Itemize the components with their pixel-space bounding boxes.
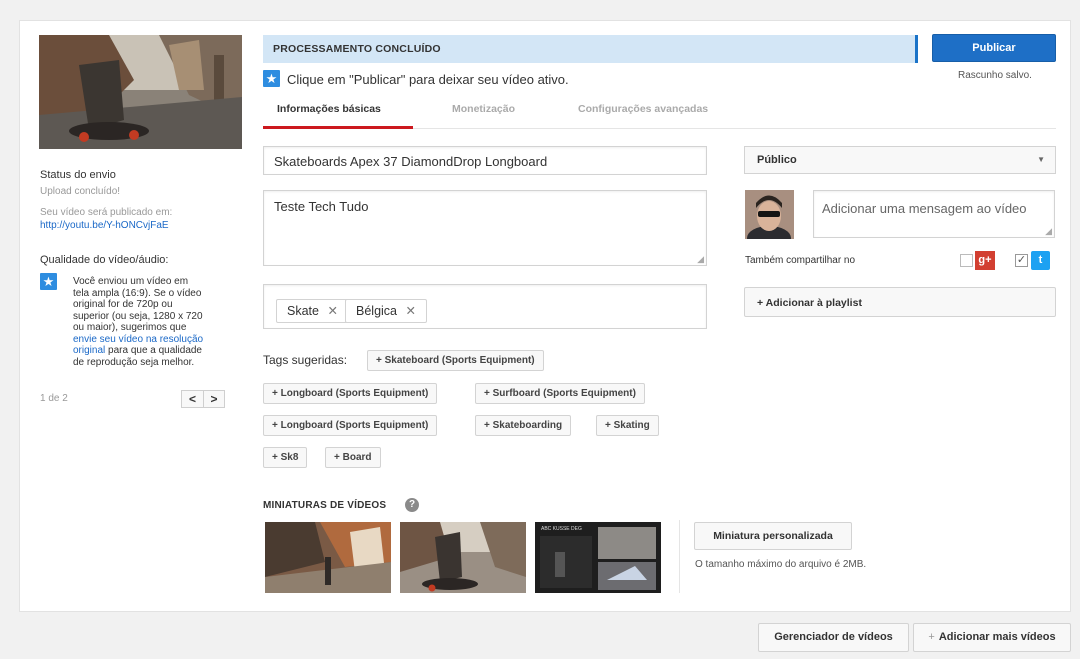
suggested-tag-button[interactable]: + Board [325, 447, 381, 468]
help-icon[interactable]: ? [405, 498, 419, 512]
publish-notice: Clique em "Publicar" para deixar seu víd… [287, 72, 569, 87]
video-preview-thumbnail[interactable] [39, 35, 242, 149]
quality-message: Você enviou um vídeo em tela ampla (16:9… [73, 276, 238, 368]
share-label: Também compartilhar no [745, 255, 856, 266]
thumbnails-title: MINIATURAS DE VÍDEOS [263, 500, 387, 511]
chevron-down-icon: ▼ [1037, 155, 1045, 164]
publish-note: Seu vídeo será publicado em: [40, 207, 173, 218]
draft-saved-status: Rascunho salvo. [958, 70, 1032, 81]
tag-chip: Skate ✕ [276, 299, 349, 323]
resize-handle-icon[interactable]: ◢ [697, 254, 704, 265]
remove-tag-icon[interactable]: ✕ [405, 304, 415, 318]
active-tab-indicator [263, 126, 413, 129]
title-value: Skateboards Apex 37 DiamondDrop Longboar… [274, 154, 548, 169]
tab-advanced-settings[interactable]: Configurações avançadas [578, 103, 708, 115]
suggested-tag-button[interactable]: + Skateboard (Sports Equipment) [367, 350, 544, 371]
tab-basic-info[interactable]: Informações básicas [277, 103, 381, 115]
quality-line: Você enviou um vídeo em [73, 276, 189, 287]
tag-chip-label: Bélgica [356, 304, 397, 318]
processing-status-bar: PROCESSAMENTO CONCLUÍDO [263, 35, 918, 63]
pager-buttons: < > [181, 390, 225, 408]
thumbnail-caption: ABC KUSSE DEG [541, 526, 582, 532]
resolution-link-cont[interactable]: original [73, 345, 105, 356]
upload-status-title: Status do envio [40, 169, 116, 181]
tags-input[interactable]: Skate ✕ Bélgica ✕ [263, 284, 707, 329]
star-icon: ★ [40, 273, 57, 290]
share-message-input[interactable]: Adicionar uma mensagem ao vídeo ◢ [813, 190, 1055, 238]
quality-line: tela ampla (16:9). Se o vídeo [73, 287, 202, 299]
upload-status-value: Upload concluído! [40, 186, 121, 197]
suggested-tag-button[interactable]: + Sk8 [263, 447, 308, 468]
add-to-playlist-button[interactable]: + Adicionar à playlist [744, 287, 1056, 317]
next-button[interactable]: > [203, 391, 224, 407]
plus-icon: + [928, 631, 935, 643]
title-input[interactable]: Skateboards Apex 37 DiamondDrop Longboar… [263, 146, 707, 175]
privacy-select[interactable]: Público ▼ [744, 146, 1056, 174]
suggested-tag-button[interactable]: + Skating [596, 415, 659, 436]
publish-button[interactable]: Publicar [932, 34, 1056, 62]
avatar [745, 190, 794, 239]
resolution-link[interactable]: envie seu vídeo na resolução [73, 334, 238, 346]
thumbnail-option-3[interactable]: ABC KUSSE DEG [535, 522, 661, 593]
star-icon: ★ [263, 70, 280, 87]
suggested-tag-button[interactable]: + Longboard (Sports Equipment) [263, 415, 438, 436]
remove-tag-icon[interactable]: ✕ [327, 304, 337, 318]
divider [679, 520, 680, 593]
tag-chip-label: Skate [287, 304, 319, 318]
description-textarea[interactable]: Teste Tech Tudo ◢ [263, 190, 707, 266]
video-url-link[interactable]: http://youtu.be/Y-hONCvjFaE [40, 220, 169, 231]
max-size-note: O tamanho máximo do arquivo é 2MB. [695, 559, 867, 570]
quality-title: Qualidade do vídeo/áudio: [40, 254, 169, 266]
twitter-share-checkbox[interactable]: ✓ [1015, 254, 1028, 267]
quality-line: para que a qualidade [105, 345, 202, 356]
description-value: Teste Tech Tudo [274, 199, 369, 214]
thumbnail-option-1[interactable] [265, 522, 391, 593]
gplus-share-checkbox[interactable] [960, 254, 973, 267]
prev-button[interactable]: < [182, 391, 203, 407]
add-more-label: Adicionar mais vídeos [938, 631, 1056, 643]
suggested-tag-button[interactable]: + Skateboarding [475, 415, 572, 436]
quality-line: superior (ou seja, 1280 x 720 [73, 310, 203, 322]
tag-chip: Bélgica ✕ [345, 299, 427, 323]
privacy-value: Público [757, 154, 797, 166]
custom-thumbnail-button[interactable]: Miniatura personalizada [694, 522, 852, 550]
add-more-videos-button[interactable]: + Adicionar mais vídeos [913, 623, 1071, 652]
message-placeholder: Adicionar uma mensagem ao vídeo [822, 201, 1027, 216]
suggested-tag-button[interactable]: + Longboard (Sports Equipment) [263, 383, 438, 404]
pager-text: 1 de 2 [40, 393, 68, 404]
video-manager-button[interactable]: Gerenciador de vídeos [758, 623, 909, 652]
quality-line: original for de 720p ou [73, 299, 173, 310]
tab-monetization[interactable]: Monetização [452, 103, 515, 115]
resize-handle-icon[interactable]: ◢ [1045, 226, 1052, 237]
twitter-icon: t [1031, 251, 1050, 270]
suggested-tags-label: Tags sugeridas: [263, 353, 348, 367]
google-plus-icon: g+ [975, 251, 995, 270]
quality-line: de reprodução seja melhor. [73, 356, 195, 368]
quality-line: ou maior), sugerimos que [73, 322, 187, 333]
suggested-tag-button[interactable]: + Surfboard (Sports Equipment) [475, 383, 645, 404]
thumbnail-option-2[interactable] [400, 522, 526, 593]
